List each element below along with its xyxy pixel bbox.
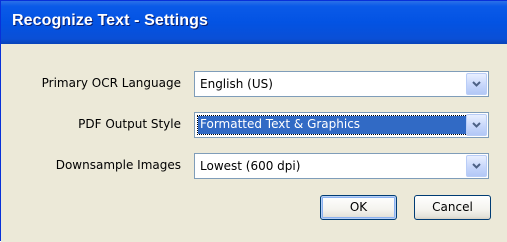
- dialog-title: Recognize Text - Settings: [12, 12, 209, 29]
- primary-ocr-language-label: Primary OCR Language: [41, 76, 181, 90]
- pdf-output-style-select[interactable]: Formatted Text & Graphics: [194, 112, 489, 138]
- chevron-down-icon[interactable]: [466, 155, 487, 177]
- chevron-down-icon[interactable]: [466, 73, 487, 95]
- pdf-output-style-label: PDF Output Style: [78, 117, 181, 131]
- pdf-output-style-value: Formatted Text & Graphics: [197, 115, 468, 135]
- downsample-images-value: Lowest (600 dpi): [200, 159, 301, 173]
- chevron-down-icon[interactable]: [466, 114, 487, 136]
- primary-ocr-language-value: English (US): [200, 77, 273, 91]
- primary-ocr-language-select[interactable]: English (US): [194, 71, 489, 97]
- downsample-images-label: Downsample Images: [55, 158, 181, 172]
- dialog-body: Primary OCR Language English (US) PDF Ou…: [1, 44, 507, 242]
- ok-button[interactable]: OK: [320, 195, 397, 220]
- cancel-button[interactable]: Cancel: [414, 195, 491, 220]
- downsample-images-select[interactable]: Lowest (600 dpi): [194, 153, 489, 179]
- title-bar[interactable]: Recognize Text - Settings: [1, 1, 507, 44]
- settings-dialog: Recognize Text - Settings Primary OCR La…: [0, 0, 507, 242]
